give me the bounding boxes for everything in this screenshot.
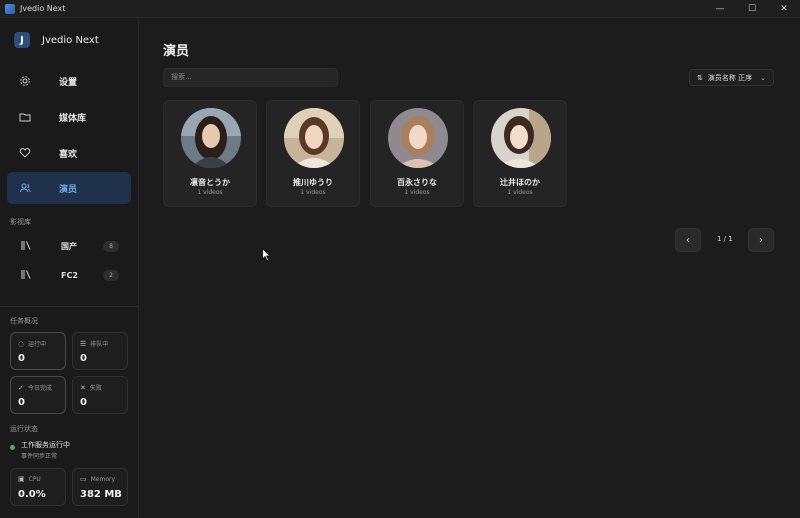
library-icon (21, 269, 31, 281)
sort-icon: ⇅ (697, 73, 703, 82)
actor-video-count: 1 videos (507, 189, 533, 196)
task-queued-value: 0 (80, 353, 87, 364)
memory-icon: ▭ (80, 475, 87, 483)
library-icon (21, 240, 31, 252)
library-item-fc2[interactable]: FC2 2 (7, 262, 131, 288)
sidebar-divider (0, 306, 139, 307)
actor-card[interactable]: 凛音とうか 1 videos (163, 100, 257, 207)
actor-avatar (491, 108, 551, 168)
sidebar: J Jvedio Next 设置 媒体库 喜欢 演员 影视库 国产 8 FC2 … (0, 18, 139, 518)
library-count-badge: 8 (103, 240, 119, 252)
actor-video-count: 1 videos (404, 189, 430, 196)
task-done-value: 0 (18, 397, 25, 408)
cpu-card: ▣ CPU 0.0% (10, 468, 66, 506)
actor-name: 百永さりな (397, 178, 437, 187)
sort-dropdown[interactable]: ⇅ 演员名称 正序 ⌄ (689, 69, 774, 86)
memory-value: 382 MB (80, 489, 122, 500)
actor-card[interactable]: 百永さりな 1 videos (370, 100, 464, 207)
task-failed-value: 0 (80, 397, 87, 408)
actor-name: 辻井ほのか (500, 178, 540, 187)
search-input[interactable]: 搜索... (163, 68, 338, 87)
actor-video-count: 1 videos (197, 189, 223, 196)
list-icon: ☰ (80, 339, 87, 348)
x-icon: ✕ (80, 383, 86, 392)
heart-icon (19, 147, 31, 159)
service-status-subtitle: 事件同步正常 (21, 453, 58, 460)
task-failed-label: 失败 (89, 385, 102, 392)
sidebar-item-favorites[interactable]: 喜欢 (7, 137, 131, 169)
folder-icon (19, 111, 31, 123)
library-label: FC2 (61, 270, 78, 280)
actor-avatar (284, 108, 344, 168)
minimize-button[interactable]: — (704, 0, 736, 18)
task-running-label: 运行中 (28, 341, 47, 348)
task-done-card: ✓ 今日完成 0 (10, 376, 66, 414)
actor-avatar (388, 108, 448, 168)
task-done-label: 今日完成 (27, 385, 52, 392)
task-running-value: 0 (18, 353, 25, 364)
page-indicator: 1 / 1 (717, 235, 733, 243)
prev-page-button[interactable]: ‹ (675, 228, 701, 252)
app-icon (5, 3, 15, 14)
page-title: 演员 (163, 44, 190, 59)
cpu-label: CPU (28, 475, 41, 483)
window-title: Jvedio Next (20, 4, 66, 13)
status-section-label: 运行状态 (10, 425, 38, 433)
main-content: 演员 搜索... ⇅ 演员名称 正序 ⌄ 凛音とうか 1 videos 推川ゆう… (140, 18, 800, 518)
memory-card: ▭ Memory 382 MB (72, 468, 128, 506)
memory-label: Memory (90, 475, 116, 483)
actor-name: 凛音とうか (190, 178, 230, 187)
title-bar: Jvedio Next — ☐ ✕ (0, 0, 800, 18)
sidebar-item-settings[interactable]: 设置 (7, 65, 131, 97)
task-queued-label: 排队中 (90, 341, 109, 348)
actor-avatar (181, 108, 241, 168)
sidebar-item-actors[interactable]: 演员 (7, 172, 131, 204)
chevron-down-icon: ⌄ (760, 73, 766, 82)
next-page-button[interactable]: › (748, 228, 774, 252)
libraries-section-label: 影视库 (10, 218, 31, 226)
task-running-card: ◌ 运行中 0 (10, 332, 66, 370)
brand-name: Jvedio Next (42, 34, 99, 46)
sidebar-item-library[interactable]: 媒体库 (7, 101, 131, 133)
sidebar-item-label: 媒体库 (59, 113, 87, 124)
actor-card[interactable]: 辻井ほのか 1 videos (473, 100, 567, 207)
app-logo-icon: J (14, 32, 30, 48)
sidebar-item-label: 设置 (59, 77, 78, 88)
mouse-cursor-icon (262, 246, 271, 265)
actor-video-count: 1 videos (300, 189, 326, 196)
library-label: 国产 (61, 241, 77, 251)
brand: J Jvedio Next (14, 32, 99, 48)
service-status-title: 工作服务运行中 (21, 441, 70, 449)
spinner-icon: ◌ (18, 339, 25, 348)
gear-icon (19, 75, 31, 87)
status-dot-icon (10, 445, 15, 450)
users-icon (19, 182, 31, 194)
tasks-section-label: 任务概况 (10, 317, 38, 325)
cpu-icon: ▣ (18, 475, 25, 483)
actor-name: 推川ゆうり (293, 178, 333, 187)
close-button[interactable]: ✕ (768, 0, 800, 18)
sidebar-item-label: 演员 (59, 184, 78, 195)
actor-card[interactable]: 推川ゆうり 1 videos (266, 100, 360, 207)
cpu-value: 0.0% (18, 489, 46, 500)
task-queued-card: ☰ 排队中 0 (72, 332, 128, 370)
maximize-button[interactable]: ☐ (736, 0, 768, 18)
check-icon: ✓ (18, 383, 24, 392)
library-item-guochan[interactable]: 国产 8 (7, 233, 131, 259)
sidebar-item-label: 喜欢 (59, 149, 78, 160)
sort-label: 演员名称 正序 (707, 73, 753, 82)
task-failed-card: ✕ 失败 0 (72, 376, 128, 414)
library-count-badge: 2 (103, 269, 119, 281)
